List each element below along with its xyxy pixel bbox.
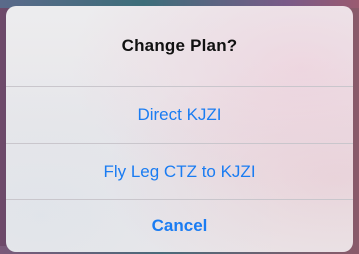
cancel-button[interactable]: Cancel xyxy=(6,200,353,252)
cancel-label: Cancel xyxy=(151,216,208,235)
direct-kjzi-label: Direct KJZI xyxy=(137,105,222,124)
alert-title: Change Plan? xyxy=(121,36,238,55)
direct-kjzi-button[interactable]: Direct KJZI xyxy=(6,87,353,143)
change-plan-alert: Change Plan? Direct KJZI Fly Leg CTZ to … xyxy=(6,6,353,252)
alert-header: Change Plan? xyxy=(6,6,353,86)
fly-leg-button[interactable]: Fly Leg CTZ to KJZI xyxy=(6,144,353,199)
fly-leg-label: Fly Leg CTZ to KJZI xyxy=(103,161,256,181)
